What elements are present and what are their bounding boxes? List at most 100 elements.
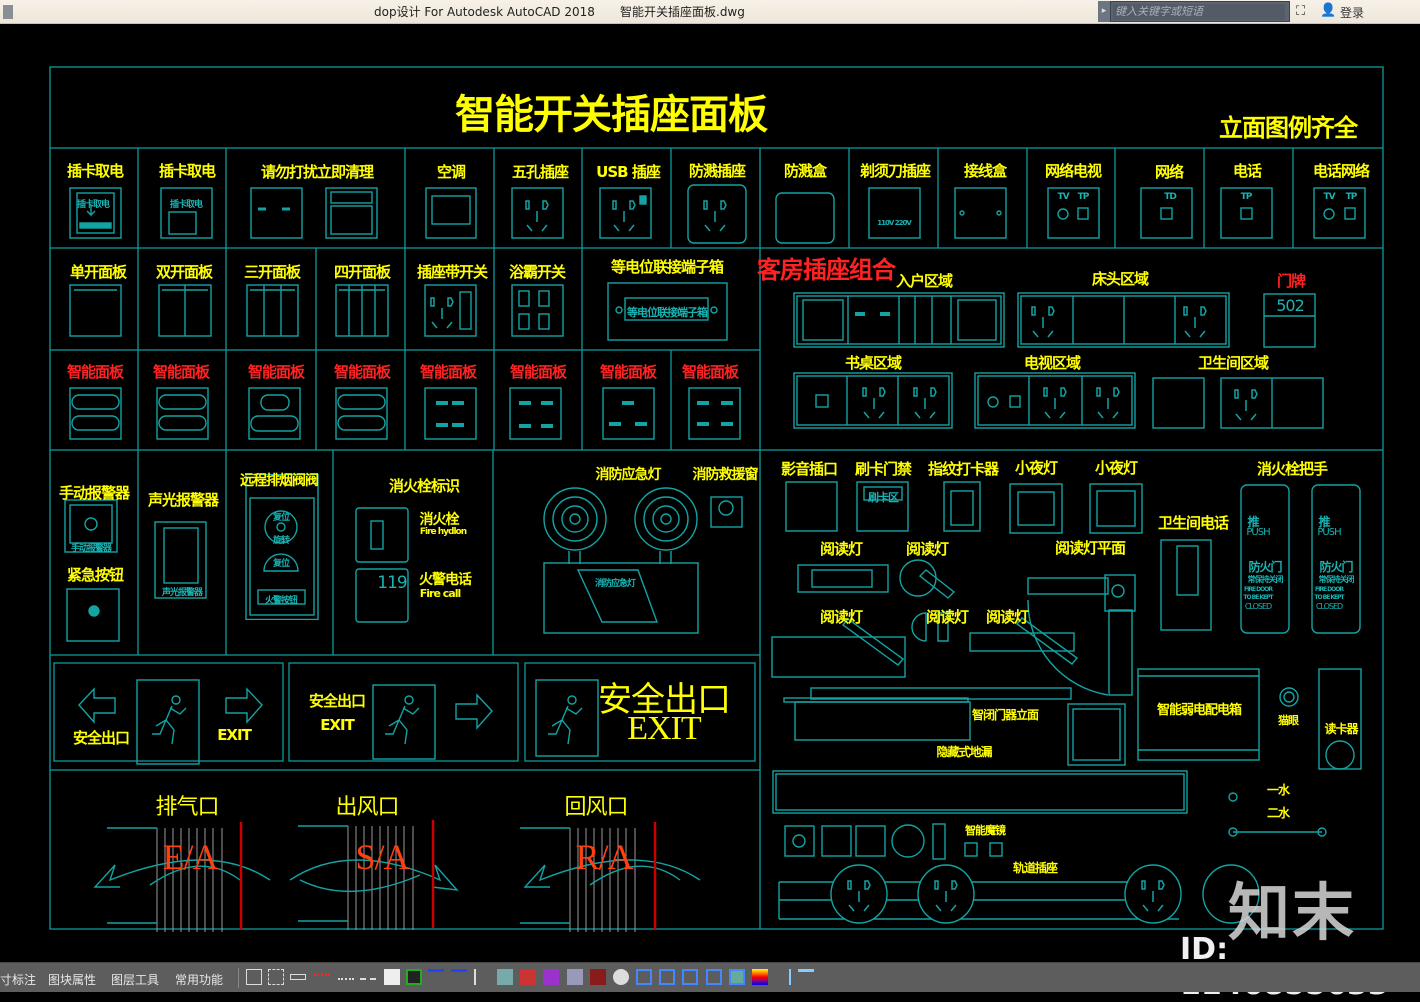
label-smart-panel: 智能面板	[509, 363, 567, 381]
fire-door-en-3: CLOSED	[1315, 602, 1343, 611]
label-bathroom-phone: 卫生间电话	[1157, 514, 1229, 532]
table-icon[interactable]	[659, 969, 675, 985]
toolbar-dimension[interactable]: 寸标注	[0, 971, 36, 988]
label-hydrant-handle: 消火栓把手	[1256, 460, 1328, 478]
tool-icon[interactable]	[567, 969, 583, 985]
fire-door-en-3: CLOSED	[1244, 602, 1272, 611]
fire-door-text: 防火门	[1248, 560, 1282, 574]
user-icon[interactable]: 👤	[1320, 3, 1336, 18]
tool-icon[interactable]	[268, 969, 284, 985]
label-reading-light: 阅读灯	[925, 608, 969, 626]
quick-access-menu-icon[interactable]	[3, 5, 13, 19]
label-smart-panel: 智能面板	[333, 363, 391, 381]
label-manual-alarm: 手动报警器	[58, 484, 130, 502]
ruler-icon[interactable]	[775, 969, 791, 985]
tool-icon[interactable]	[360, 978, 376, 980]
file-name: 智能开关插座面板.dwg	[620, 5, 745, 19]
exit-sign-1-cn: 安全出口	[72, 729, 130, 747]
tool-icon[interactable]	[290, 974, 306, 980]
fire-door-en-2: TO BE KEPT	[1314, 594, 1344, 601]
vent-exhaust-code: E/A	[162, 837, 219, 877]
label-smart-mirror: 智能魔镜	[965, 824, 1006, 837]
label-fingerprint: 指纹打卡器	[927, 460, 999, 478]
label-triple-switch: 三开面板	[243, 263, 301, 281]
label-air-conditioner: 空调	[436, 163, 466, 181]
hydrant-text: 消火栓	[419, 512, 460, 528]
label-weak-power-box: 智能弱电配电箱	[1156, 703, 1242, 718]
tool-icon[interactable]	[474, 969, 490, 985]
label-card-reader: 读卡器	[1324, 722, 1358, 736]
tp-port-text: TP	[1240, 192, 1253, 202]
tool-icon[interactable]	[406, 969, 422, 985]
vent-supply-label: 出风口	[335, 795, 399, 820]
label-splashproof-box: 防溅盒	[783, 162, 827, 180]
label-double-switch: 双开面板	[155, 263, 213, 281]
login-button[interactable]: 登录	[1340, 4, 1364, 21]
label-five-hole-socket: 五孔插座	[511, 163, 569, 181]
search-box	[1110, 1, 1290, 22]
label-network: 网络	[1154, 163, 1184, 181]
valve-reset-text: 复位	[272, 513, 290, 523]
exit-sign-2-en: EXIT	[320, 716, 355, 734]
push-en-text: PUSH	[1317, 527, 1341, 538]
tool-icon[interactable]	[497, 969, 513, 985]
label-smart-panel: 智能面板	[66, 363, 124, 381]
label-reading-light: 阅读灯	[819, 540, 863, 558]
label-smart-panel: 智能面板	[419, 363, 477, 381]
toolbar-block-attributes[interactable]: 图块属性	[48, 971, 96, 988]
tool-icon[interactable]	[384, 969, 400, 985]
toolbar-layer-tools[interactable]: 图层工具	[111, 971, 159, 988]
tool-icon[interactable]	[543, 969, 559, 985]
fire-phone-text: 火警电话	[419, 572, 472, 588]
label-av-port: 影音插口	[780, 460, 838, 478]
fire-door-en-1: FIRE DOOR	[1244, 586, 1273, 593]
tool-icon[interactable]	[338, 978, 354, 980]
hatch-icon[interactable]	[729, 969, 745, 985]
card-slot-text: 插卡取电	[76, 200, 110, 210]
toolbar-divider	[238, 968, 239, 988]
label-phone-network: 电话网络	[1312, 162, 1370, 180]
label-reading-light: 阅读灯	[905, 540, 949, 558]
toolbar-common-functions[interactable]: 常用功能	[175, 971, 223, 988]
emergency-light-plate: 消防应急灯	[594, 579, 636, 589]
mouse-icon[interactable]	[613, 969, 629, 985]
binoculars-icon[interactable]: ⛶	[1296, 4, 1305, 19]
tool-icon[interactable]	[451, 969, 467, 985]
label-reading-light-plan: 阅读灯平面	[1054, 539, 1126, 557]
exit-sign-3-en: EXIT	[627, 710, 701, 747]
push-en-text: PUSH	[1246, 527, 1270, 538]
label-track-socket: 轨道插座	[1012, 861, 1058, 875]
label-bathroom-area: 卫生间区域	[1197, 354, 1269, 372]
drawing-subtitle: 立面图例齐全	[1219, 114, 1358, 142]
tool-icon[interactable]	[636, 969, 652, 985]
dimension-icon[interactable]	[798, 969, 814, 985]
label-quad-switch: 四开面板	[333, 263, 391, 281]
label-door-closer: 智闭门器立面	[971, 708, 1039, 722]
vent-return-code: R/A	[575, 837, 633, 877]
tool-icon[interactable]	[682, 969, 698, 985]
dop-icon[interactable]	[590, 969, 606, 985]
label-equipotential-box: 等电位联接端子箱	[610, 258, 724, 276]
fire-door-en-1: FIRE DOOR	[1315, 586, 1344, 593]
exit-sign-frame-2	[288, 662, 519, 762]
tool-icon[interactable]	[520, 969, 536, 985]
drawing-canvas[interactable]: 智能开关插座面板 立面图例齐全 插卡取电 插卡取电 请勿打扰立即清理 空调 五孔…	[0, 24, 1420, 1002]
tp-port-text: TP	[1077, 192, 1090, 202]
title-bar: dop设计 For Autodesk AutoCAD 2018 智能开关插座面板…	[0, 0, 1420, 24]
label-peephole: 猫眼	[1278, 714, 1299, 727]
vent-supply-code: S/A	[355, 837, 409, 877]
tool-icon[interactable]	[706, 969, 722, 985]
fire-door-text: 防火门	[1319, 560, 1353, 574]
tool-icon[interactable]	[246, 969, 262, 985]
search-expand-icon[interactable]: ▸	[1098, 1, 1110, 22]
keep-closed-text: 常保持关闭	[1247, 575, 1284, 584]
label-card-access: 刷卡门禁	[854, 460, 912, 478]
search-input[interactable]	[1113, 4, 1285, 20]
tool-icon[interactable]	[314, 974, 330, 978]
label-bath-heater-switch: 浴霸开关	[508, 263, 566, 281]
tool-icon[interactable]	[428, 969, 444, 985]
shaver-voltage-text: 110V 220V	[877, 219, 911, 227]
label-smart-panel: 智能面板	[681, 363, 739, 381]
color-icon[interactable]	[752, 969, 768, 985]
label-emergency-button: 紧急按钮	[66, 566, 124, 584]
